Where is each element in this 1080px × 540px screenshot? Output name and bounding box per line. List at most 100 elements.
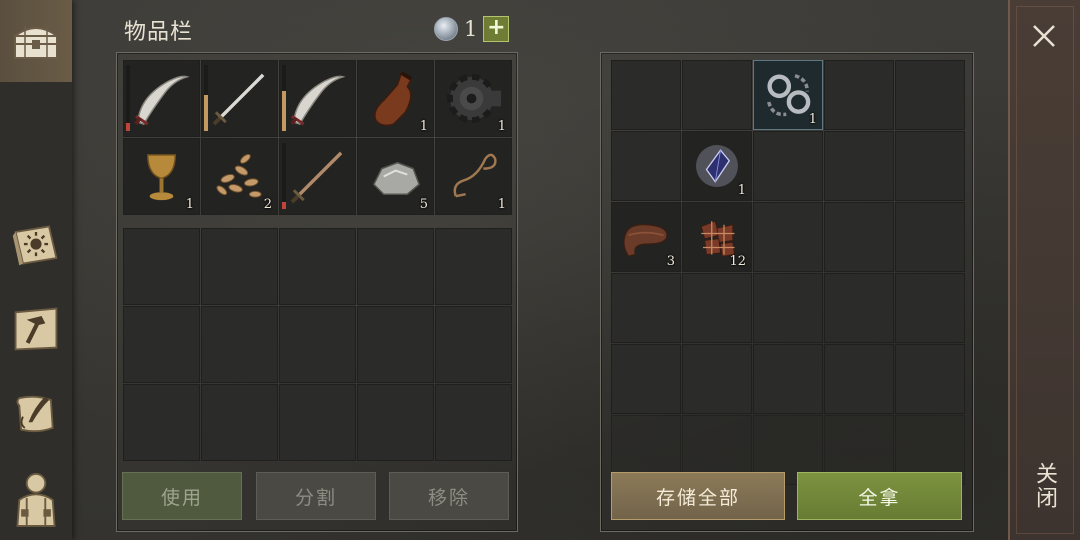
inventory-slot-bottle[interactable]: 1 [357,60,434,137]
item-quantity: 1 [808,112,817,127]
container-slot-empty[interactable] [682,273,752,343]
item-quantity: 3 [666,254,675,269]
container-slot-empty[interactable] [824,344,894,414]
rope-icon [442,145,505,208]
inventory-slot-empty[interactable] [435,228,512,305]
item-quantity: 2 [263,197,272,212]
inventory-slot-empty[interactable] [123,384,200,461]
inventory-slot-empty[interactable] [279,384,356,461]
inventory-slot-empty[interactable] [435,384,512,461]
inventory-slot-rusty-sword[interactable] [279,138,356,215]
durability-bar [204,65,208,131]
inventory-slot-empty[interactable] [357,384,434,461]
remove-button[interactable]: 移除 [389,472,509,520]
inventory-grid-empty [123,228,512,461]
container-slot-empty[interactable] [753,344,823,414]
container-slot-empty[interactable] [824,131,894,201]
item-quantity: 12 [729,254,746,269]
container-slot-empty[interactable] [824,202,894,272]
container-grid: 1 1 3 12 [611,60,965,485]
container-slot-empty[interactable] [753,202,823,272]
item-quantity: 1 [737,183,746,198]
inventory-slot-empty[interactable] [201,228,278,305]
item-quantity: 1 [419,119,428,134]
tab-inventory[interactable] [0,0,72,82]
container-slot-empty[interactable] [753,131,823,201]
add-capacity-button[interactable]: + [483,16,510,42]
inventory-slot-empty[interactable] [201,306,278,383]
scimitar-icon [130,67,193,130]
tab-crafting[interactable] [0,288,72,370]
close-icon[interactable] [1024,18,1064,54]
hammer-icon [10,303,62,355]
item-quantity: 5 [419,197,428,212]
sword-icon [286,145,349,208]
container-slot-empty[interactable] [895,131,965,201]
inventory-slot-stone[interactable]: 5 [357,138,434,215]
container-slot-empty[interactable] [611,344,681,414]
container-slot-empty[interactable] [682,344,752,414]
item-quantity: 1 [185,197,194,212]
container-slot-empty[interactable] [611,273,681,343]
store-all-button[interactable]: 存储全部 [611,472,785,520]
inventory-grid: 1 1 1 2 5 1 [123,60,512,215]
take-all-button[interactable]: 全拿 [797,472,962,520]
container-slot-leather-scraps[interactable]: 12 [682,202,752,272]
inventory-slot-scimitar[interactable] [123,60,200,137]
inventory-slot-rope[interactable]: 1 [435,138,512,215]
durability-bar [126,65,130,131]
durability-bar [282,143,286,209]
container-slot-empty[interactable] [824,60,894,130]
use-button[interactable]: 使用 [122,472,242,520]
close-label: 关闭 [1032,462,1057,510]
capacity-value: 1 [464,17,478,41]
container-slot-empty[interactable] [824,273,894,343]
crystal-icon [689,138,745,194]
container-slot-empty[interactable] [682,60,752,130]
item-quantity: 1 [497,119,506,134]
character-icon [10,473,62,527]
inventory-slot-gear[interactable]: 1 [435,60,512,137]
inventory-slot-empty[interactable] [357,306,434,383]
scimitar-icon [286,67,349,130]
chest-icon [10,15,62,67]
sun-book-icon [10,219,62,271]
inventory-slot-empty[interactable] [357,228,434,305]
stone-icon [364,145,427,208]
item-quantity: 1 [497,197,506,212]
container-slot-empty[interactable] [895,202,965,272]
shackles-icon [760,67,816,123]
container-slot-shackles[interactable]: 1 [753,60,823,130]
container-slot-empty[interactable] [895,273,965,343]
tab-quests[interactable] [0,372,72,454]
container-slot-empty[interactable] [895,60,965,130]
tab-journal[interactable] [0,204,72,286]
longsword-icon [208,67,271,130]
inventory-slot-goblet[interactable]: 1 [123,138,200,215]
sidebar [0,0,72,540]
goblet-icon [130,145,193,208]
split-button[interactable]: 分割 [256,472,376,520]
inventory-slot-empty[interactable] [201,384,278,461]
close-bar[interactable] [1008,0,1080,540]
container-slot-empty[interactable] [753,273,823,343]
gem-icon [434,17,458,41]
gear-icon [442,67,505,130]
inventory-slot-scimitar[interactable] [279,60,356,137]
inventory-slot-longsword[interactable] [201,60,278,137]
inventory-slot-empty[interactable] [123,306,200,383]
container-slot-crystal[interactable]: 1 [682,131,752,201]
durability-bar [282,65,286,131]
inventory-slot-empty[interactable] [435,306,512,383]
container-slot-empty[interactable] [611,60,681,130]
inventory-slot-empty[interactable] [123,228,200,305]
seeds-icon [208,145,271,208]
container-slot-empty[interactable] [895,344,965,414]
container-slot-empty[interactable] [611,131,681,201]
tab-character[interactable] [0,458,72,540]
container-slot-leather[interactable]: 3 [611,202,681,272]
leather-icon [618,209,674,265]
inventory-slot-seeds[interactable]: 2 [201,138,278,215]
inventory-slot-empty[interactable] [279,228,356,305]
inventory-slot-empty[interactable] [279,306,356,383]
